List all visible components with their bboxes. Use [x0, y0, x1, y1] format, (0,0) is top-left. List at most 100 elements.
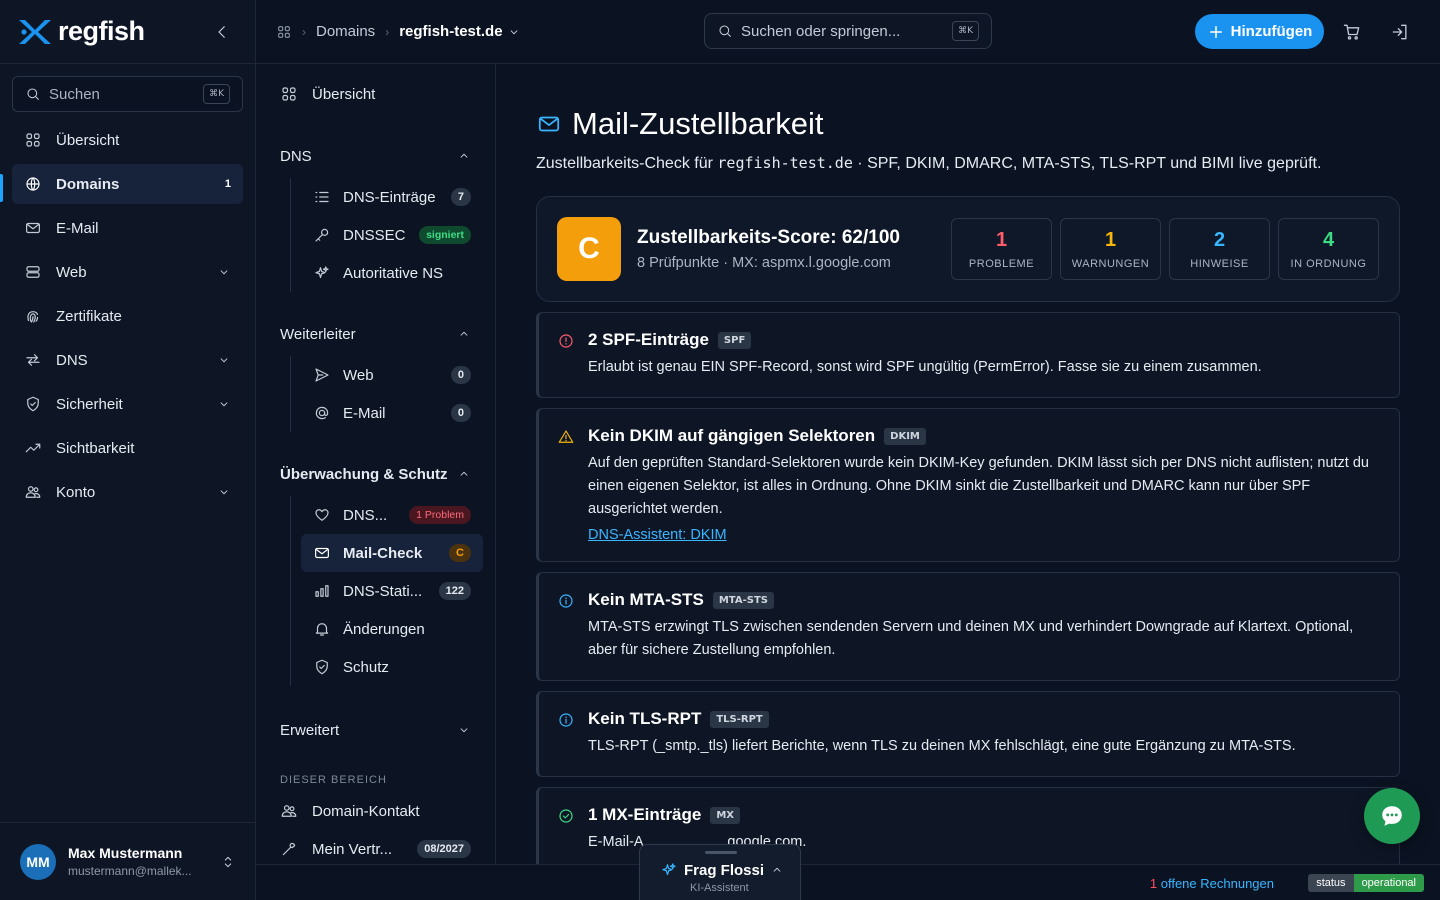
sidebar-item-label: Sicherheit [56, 395, 123, 413]
search-icon [27, 88, 39, 100]
global-search-input[interactable]: Suchen oder springen... ⌘K [704, 13, 992, 49]
subnav-section-weiterleiter[interactable]: Weiterleiter [256, 314, 495, 354]
breadcrumb-separator: › [302, 24, 306, 39]
sidebar-item-uebersicht[interactable]: Übersicht [12, 120, 243, 160]
stat-label: PROBLEME [968, 257, 1035, 270]
stat-number: 1 [995, 228, 1008, 251]
dkim-assistant-link[interactable]: DNS-Assistent: DKIM [588, 527, 727, 543]
sidebar-item-label: Domains [56, 175, 120, 193]
chevron-down-icon [220, 402, 228, 407]
issue-card-mta-sts: Kein MTA-STS MTA-STS MTA-STS erzwingt TL… [536, 572, 1400, 681]
subnav-item-dns-monitor[interactable]: DNS... 1 Problem [301, 496, 483, 534]
subnav-item-dnssec[interactable]: DNSSEC signiert [301, 216, 483, 254]
subnav-item-dns-statistik[interactable]: DNS-Stati... 122 [301, 572, 483, 610]
subnav-item-domain-kontakt[interactable]: Domain-Kontakt [256, 792, 495, 830]
chat-bubble-icon [1382, 806, 1402, 826]
sidebar-item-sicherheit[interactable]: Sicherheit [12, 384, 243, 424]
fingerprint-icon [27, 311, 39, 323]
subnav-item-email-forward[interactable]: E-Mail 0 [301, 394, 483, 432]
stat-label: HINWEISE [1190, 257, 1249, 270]
collapse-sidebar-icon[interactable] [213, 23, 231, 41]
sidebar-item-label: E-Mail [56, 219, 99, 237]
subnav-item-label: Domain-Kontakt [312, 802, 420, 820]
subnav-section-ueberwachung[interactable]: Überwachung & Schutz [256, 454, 495, 494]
status-key: status [1308, 874, 1354, 892]
subnav-item-mail-check[interactable]: Mail-Check C [301, 534, 483, 572]
sidebar-item-zertifikate[interactable]: Zertifikate [12, 296, 243, 336]
arrows-icon [26, 354, 40, 366]
issue-tag: MX [710, 806, 741, 824]
subnav-section-erweitert[interactable]: Erweitert [256, 710, 495, 750]
subnav-item-label: DNS... [343, 506, 388, 524]
logout-icon[interactable] [1390, 22, 1410, 42]
stat-probleme[interactable]: 1 PROBLEME [951, 218, 1052, 280]
ai-assistant-toggle[interactable]: Frag Flossi KI-Assistent [639, 844, 801, 900]
subtitle-prefix: Zustellbarkeits-Check für [536, 155, 718, 172]
stat-warnungen[interactable]: 1 WARNUNGEN [1060, 218, 1161, 280]
info-icon [559, 594, 573, 608]
sidebar-item-konto[interactable]: Konto [12, 472, 243, 512]
user-email: mustermann@mallek... [68, 864, 192, 878]
cart-icon[interactable] [1342, 22, 1362, 42]
key-icon [315, 228, 329, 242]
sidebar-search-input[interactable]: Suchen ⌘K [12, 76, 243, 112]
chevron-down-icon [460, 728, 468, 733]
logo-icon[interactable] [16, 17, 52, 47]
stat-number: 1 [1104, 228, 1117, 251]
invoice-label: offene Rechnungen [1157, 876, 1274, 891]
warning-icon [558, 430, 574, 443]
sidebar-item-sichtbarkeit[interactable]: Sichtbarkeit [12, 428, 243, 468]
open-invoices-link[interactable]: 1 offene Rechnungen [1150, 876, 1274, 891]
sidebar-item-web[interactable]: Web [12, 252, 243, 292]
subnav-item-uebersicht[interactable]: Übersicht [256, 74, 495, 114]
user-menu[interactable]: MM Max Mustermann mustermann@mallek... [0, 822, 256, 900]
stat-hinweise[interactable]: 2 HINWEISE [1169, 218, 1270, 280]
error-icon [559, 334, 573, 348]
subnav-item-dns-eintraege[interactable]: DNS-Einträge 7 [301, 178, 483, 216]
page-subtitle: Zustellbarkeits-Check für regfish-test.d… [536, 154, 1400, 173]
issue-card-spf: 2 SPF-Einträge SPF Erlaubt ist genau EIN… [536, 312, 1400, 398]
active-indicator [0, 174, 3, 202]
subnav-item-autoritative-ns[interactable]: Autoritative NS [301, 254, 483, 292]
issue-title: Kein MTA-STS [588, 590, 704, 609]
subnav-item-mein-vertrag[interactable]: Mein Vertr... 08/2027 [256, 830, 495, 864]
drag-handle[interactable] [705, 851, 737, 854]
problem-badge: 1 Problem [409, 506, 471, 524]
subnav-item-aenderungen[interactable]: Änderungen [301, 610, 483, 648]
sidebar-item-email[interactable]: E-Mail [12, 208, 243, 248]
status-value: operational [1353, 874, 1424, 892]
issue-title: 2 SPF-Einträge [588, 330, 709, 349]
shield-icon [27, 396, 39, 412]
stat-in-ordnung[interactable]: 4 IN ORDNUNG [1278, 218, 1379, 280]
grid-icon [282, 87, 296, 101]
sparkles-icon [662, 863, 676, 876]
logo-text[interactable]: regfish [58, 16, 145, 47]
score-meta: 8 Prüfpunkte · MX: aspmx.l.google.com [637, 255, 891, 271]
count-badge: 0 [450, 366, 471, 384]
sidebar-item-dns[interactable]: DNS [12, 340, 243, 380]
domain-subnav: Übersicht DNS DNS-Einträge 7 DNSSEC sign… [256, 64, 496, 864]
issue-title: 1 MX-Einträge [588, 805, 702, 824]
sidebar-item-label: Konto [56, 483, 96, 501]
section-heading: Erweitert [280, 721, 340, 739]
issue-title: Kein DKIM auf gängigen Selektoren [588, 426, 876, 445]
breadcrumb-current-domain[interactable]: regfish-test.de [399, 23, 502, 40]
plus-icon [1209, 25, 1222, 38]
count-badge: 122 [438, 582, 471, 600]
breadcrumb-separator: › [385, 24, 390, 39]
add-button[interactable]: Hinzufügen [1195, 14, 1324, 49]
status-badge[interactable]: status operational [1308, 874, 1424, 892]
chat-button[interactable] [1364, 788, 1420, 844]
subnav-section-dns[interactable]: DNS [256, 136, 495, 176]
breadcrumb-domains[interactable]: Domains [316, 23, 375, 40]
chevron-down-icon[interactable] [507, 25, 521, 39]
subnav-item-web-forward[interactable]: Web 0 [301, 356, 483, 394]
issue-description: TLS-RPT (_smtp._tls) liefert Berichte, w… [588, 738, 1296, 754]
sidebar-item-domains[interactable]: Domains 1 [12, 164, 243, 204]
count-badge: 0 [450, 404, 471, 422]
subnav-item-schutz[interactable]: Schutz [301, 648, 483, 686]
chevron-up-icon [460, 153, 468, 158]
sidebar-item-label: Web [56, 263, 87, 281]
grid-icon[interactable] [276, 24, 292, 40]
at-icon [315, 406, 329, 420]
